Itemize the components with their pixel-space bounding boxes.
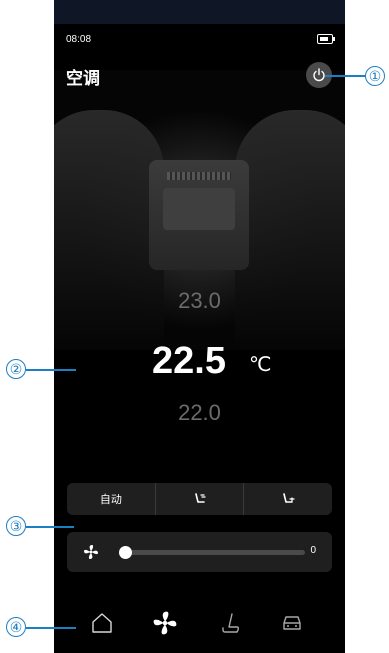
callout-1: ① xyxy=(365,66,385,86)
fan-speed-slider[interactable] xyxy=(119,546,305,559)
nav-item-fan[interactable] xyxy=(150,608,180,638)
airflow-mode-bar: 自动 xyxy=(67,483,332,515)
page-title: 空调 xyxy=(66,69,100,88)
seat-vent-lower-icon xyxy=(283,493,295,503)
battery-charging-icon xyxy=(317,34,335,44)
nav-item-seat[interactable] xyxy=(215,608,245,638)
rear-screen xyxy=(163,188,235,230)
page: 08:08 空调 23.0 22.5 ℃ 22.0 自动 0 ① ② ③ ④ xyxy=(0,0,389,653)
top-strip xyxy=(54,0,345,24)
temperature-option-below[interactable]: 22.0 xyxy=(54,400,345,426)
callout-3: ③ xyxy=(6,516,26,536)
mode-auto-button[interactable]: 自动 xyxy=(67,483,156,515)
phone-screen: 08:08 空调 23.0 22.5 ℃ 22.0 自动 0 xyxy=(54,0,345,653)
mode-lower-vent-button[interactable] xyxy=(244,483,332,515)
seat-icon xyxy=(222,613,240,633)
nav-item-home[interactable] xyxy=(87,608,117,638)
seat-vent-upper-icon xyxy=(194,493,206,503)
fan-speed-slider-thumb[interactable] xyxy=(119,546,132,559)
bottom-navigation xyxy=(54,600,345,650)
callout-2: ② xyxy=(6,359,26,379)
callout-line-2 xyxy=(26,369,76,371)
temperature-unit: ℃ xyxy=(249,354,272,376)
mode-upper-vent-button[interactable] xyxy=(156,483,245,515)
fan-speed-value: 0 xyxy=(310,545,316,556)
callout-line-3 xyxy=(26,526,74,528)
fan-speed-control: 0 xyxy=(67,532,332,572)
temperature-option-above[interactable]: 23.0 xyxy=(54,288,345,314)
power-icon xyxy=(313,68,325,82)
callout-4: ④ xyxy=(6,617,26,637)
car-icon xyxy=(283,616,301,630)
temperature-picker[interactable]: 23.0 22.5 ℃ 22.0 xyxy=(54,288,345,438)
status-time: 08:08 xyxy=(66,34,92,45)
fan-icon xyxy=(153,611,177,635)
rear-vent xyxy=(167,172,231,180)
nav-item-car[interactable] xyxy=(277,608,307,638)
callout-line-4 xyxy=(26,627,76,629)
home-icon xyxy=(92,613,112,633)
rear-console xyxy=(149,160,249,270)
temperature-current: 22.5 xyxy=(152,340,226,382)
fan-icon xyxy=(84,545,98,559)
mode-auto-label: 自动 xyxy=(99,494,122,506)
callout-line-1 xyxy=(325,75,365,77)
